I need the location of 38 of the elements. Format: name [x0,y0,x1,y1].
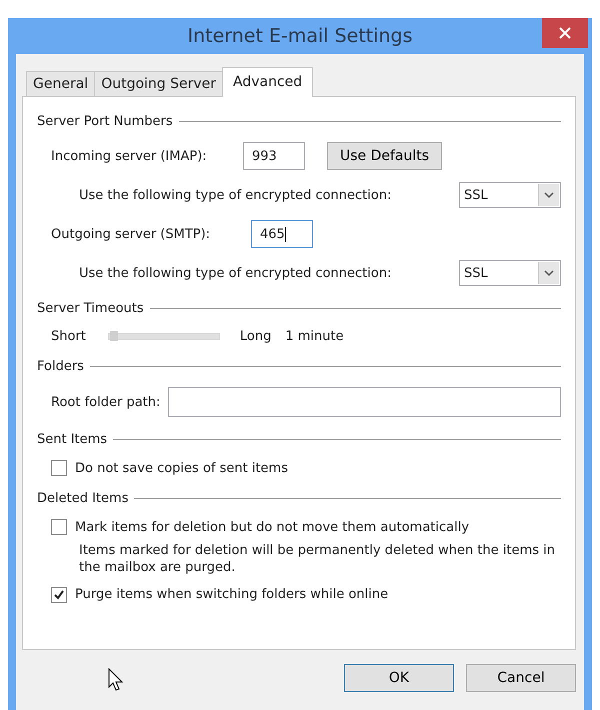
encryption-dropdown[interactable]: SSL [459,260,561,286]
section-heading: Deleted Items [37,491,128,506]
checkbox-label: Purge items when switching folders while online [75,587,388,602]
section-heading: Sent Items [37,432,108,447]
dialog-button[interactable]: Cancel [466,664,576,692]
field-label: Root folder path: [51,394,160,410]
chevron-down-icon [544,270,554,276]
mouse-pointer-icon [108,668,124,692]
close-button[interactable] [542,18,588,48]
encryption-dropdown[interactable]: SSL [459,182,561,208]
checkbox[interactable] [51,586,67,603]
timeout-slider[interactable] [108,333,220,340]
timeout-value: 1 minute [285,329,344,344]
use-defaults-button[interactable]: Use Defaults [327,142,442,170]
slider-label: Long [240,329,272,344]
note-text: Items marked for deletion will be permanently deleted when the items in the mailbox are purged. [79,543,556,577]
tab[interactable]: Advanced [222,67,314,97]
incoming-port-field[interactable]: 993 [243,142,305,170]
section-heading: Server Timeouts [37,301,144,316]
checkbox-label: Do not save copies of sent items [75,460,288,476]
field-label: Use the following type of encrypted connection: [79,266,392,280]
outgoing-port-field[interactable]: 465 [251,220,313,248]
field-label: Outgoing server (SMTP): [51,226,212,242]
field-label: Incoming server (IMAP): [51,148,208,164]
checkbox[interactable] [51,460,67,476]
tab[interactable]: Outgoing Server [94,71,224,96]
section-heading: Folders [37,359,84,374]
checkbox-label: Mark items for deletion but do not move them automatically [75,520,470,534]
section-heading: Server Port Numbers [37,114,173,129]
checkbox[interactable] [51,519,67,535]
field-label: Use the following type of encrypted connection: [79,188,392,202]
window-title: Internet E-mail Settings [187,25,413,47]
close-icon [559,27,571,39]
tab[interactable]: General [26,71,96,96]
chevron-down-icon [544,192,554,198]
dialog-button[interactable]: OK [344,664,454,692]
slider-label: Short [51,329,86,344]
root-folder-path-field[interactable] [168,387,561,417]
